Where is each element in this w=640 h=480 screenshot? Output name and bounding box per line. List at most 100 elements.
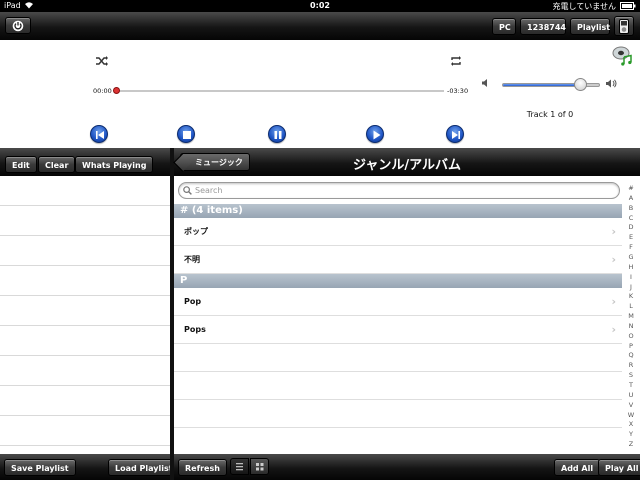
index-letter[interactable]: B [622,204,640,212]
list-item[interactable] [0,416,170,446]
index-letter[interactable]: Z [622,440,640,448]
list-item[interactable] [0,296,170,326]
section-index[interactable]: # A B C D E F G H I J K L M N O P Q R S T U V W X Y Z [622,176,640,454]
item-label: Pops [184,325,206,334]
search-input[interactable] [195,184,605,197]
index-letter[interactable]: Q [622,351,640,359]
empty-row [174,344,622,372]
id-button[interactable]: 1238744 [520,18,566,35]
grid-view-icon [251,463,268,477]
right-bottom-toolbar: Refresh Add All Play All [174,454,640,480]
search-icon [183,186,192,198]
list-item[interactable] [0,206,170,236]
index-letter[interactable]: W [622,411,640,419]
volume-slider[interactable] [502,78,600,91]
charging-status: 充電していません [552,2,616,11]
battery-icon [620,2,636,12]
index-letter[interactable]: D [622,223,640,231]
next-button[interactable] [446,125,464,143]
ipod-icon [619,19,629,36]
index-letter[interactable]: X [622,420,640,428]
search-field[interactable] [178,182,620,199]
status-bar: iPad 0:02 充電していません [0,0,640,12]
volume-low-icon [482,79,490,90]
index-letter[interactable]: L [622,302,640,310]
index-letter[interactable]: I [622,273,640,281]
index-letter[interactable]: O [622,332,640,340]
list-item[interactable] [0,266,170,296]
list-item[interactable] [0,356,170,386]
index-letter[interactable]: U [622,391,640,399]
index-letter[interactable]: H [622,263,640,271]
index-letter[interactable]: M [622,312,640,320]
chevron-right-icon: › [611,295,616,308]
power-button[interactable] [5,17,31,34]
index-letter[interactable]: V [622,401,640,409]
pause-button[interactable] [268,125,286,143]
list-item[interactable] [0,236,170,266]
right-nav-bar: ジャンル/アルバム ミュージック [174,148,640,176]
index-letter[interactable]: R [622,361,640,369]
index-letter[interactable]: N [622,322,640,330]
playlist-list [0,176,170,454]
play-button[interactable] [366,125,384,143]
progress-knob[interactable] [113,87,120,94]
empty-row [174,400,622,428]
back-button[interactable]: ミュージック [180,153,250,171]
section-header: # (4 items) [174,204,622,218]
index-letter[interactable]: # [622,184,640,192]
play-all-button[interactable]: Play All [598,459,640,476]
power-icon [12,20,24,34]
track-info: Track 1 of 0 [526,110,574,119]
top-toolbar: PC 1238744 Playlist [0,12,640,40]
volume-knob[interactable] [574,78,588,91]
index-letter[interactable]: A [622,194,640,202]
index-letter[interactable]: S [622,371,640,379]
list-item[interactable] [0,176,170,206]
add-all-button[interactable]: Add All [554,459,601,476]
clear-button[interactable]: Clear [38,156,76,173]
index-letter[interactable]: T [622,381,640,389]
index-letter[interactable]: Y [622,430,640,438]
elapsed-time: 00:00 [93,87,112,95]
list-item[interactable]: Pop › [174,288,622,316]
clock: 0:02 [310,1,330,10]
chevron-right-icon: › [611,253,616,266]
index-letter[interactable]: F [622,243,640,251]
index-letter[interactable]: E [622,233,640,241]
progress-track[interactable] [113,87,444,94]
list-view-toggle[interactable] [230,458,249,475]
index-letter[interactable]: C [622,214,640,222]
item-label: ポップ [184,227,208,236]
search-bar [174,176,622,204]
list-item[interactable]: ポップ › [174,218,622,246]
index-letter[interactable]: P [622,342,640,350]
empty-row [174,372,622,400]
index-letter[interactable]: K [622,292,640,300]
save-playlist-button[interactable]: Save Playlist [4,459,76,476]
refresh-button[interactable]: Refresh [178,459,227,476]
whats-playing-button[interactable]: Whats Playing [75,156,154,173]
previous-button[interactable] [90,125,108,143]
list-item[interactable]: 不明 › [174,246,622,274]
stop-button[interactable] [177,125,195,143]
list-view-icon [231,463,248,477]
list-item[interactable]: Pops › [174,316,622,344]
remaining-time: -03:30 [447,87,469,95]
edit-button[interactable]: Edit [5,156,37,173]
section-header: P [174,274,622,288]
music-app-icon[interactable] [612,46,634,69]
load-playlist-button[interactable]: Load Playlist [108,459,180,476]
index-letter[interactable]: G [622,253,640,261]
grid-view-toggle[interactable] [250,458,269,475]
playlist-button[interactable]: Playlist [570,18,610,35]
list-item[interactable] [0,326,170,356]
ipod-button[interactable] [614,16,634,36]
list-item[interactable] [0,386,170,416]
server-button[interactable]: PC [492,18,516,35]
chevron-right-icon: › [611,225,616,238]
volume-fill [503,84,582,86]
shuffle-icon[interactable] [96,56,108,69]
repeat-icon[interactable] [450,56,462,69]
index-letter[interactable]: J [622,283,640,291]
